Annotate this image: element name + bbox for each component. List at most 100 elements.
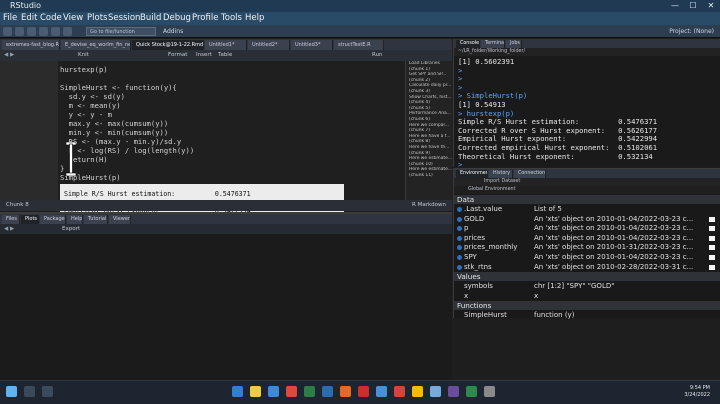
code-line[interactable]: } (60, 164, 400, 173)
cursor-position[interactable]: Chunk 8 (6, 200, 29, 211)
source-tab-active[interactable]: Quick Stock@19-1-22.Rmd (132, 40, 204, 50)
scope-select[interactable]: Global Environment (468, 186, 515, 194)
console-output[interactable]: [1] 0.5602391 > > > > SimpleHurst(p) [1] 0.54… (458, 57, 718, 170)
app-icon[interactable] (232, 386, 243, 397)
source-tab[interactable]: extremes-fast_blog.R (2, 40, 60, 50)
app-icon[interactable] (286, 386, 297, 397)
tab-history[interactable]: History (489, 170, 513, 178)
source-tab[interactable]: structTestE.R (334, 40, 384, 50)
expand-icon[interactable] (457, 207, 462, 212)
edge-icon[interactable] (268, 386, 279, 397)
folder-icon[interactable] (250, 386, 261, 397)
open-file-icon[interactable] (27, 27, 36, 36)
tab-packages[interactable]: Packages (40, 215, 66, 224)
app-icon[interactable] (484, 386, 495, 397)
code-line[interactable]: H <- log(RS) / log(length(y)) (60, 146, 400, 155)
tab-help[interactable]: Help (67, 215, 83, 224)
start-icon[interactable] (6, 386, 17, 397)
tab-tutorial[interactable]: Tutorial (84, 215, 108, 224)
view-data-icon[interactable] (709, 216, 715, 222)
rstudio-icon[interactable] (430, 386, 441, 397)
tab-files[interactable]: Files (2, 215, 20, 224)
view-data-icon[interactable] (709, 264, 715, 270)
print-icon[interactable] (63, 27, 72, 36)
env-row[interactable]: stk_rtns An 'xts' object on 2010-02-28/20… (454, 263, 720, 272)
env-section-functions[interactable]: Functions (454, 301, 720, 311)
tab-plots[interactable]: Plots (21, 215, 39, 224)
env-section-values[interactable]: Values (454, 272, 720, 282)
goto-file-input[interactable]: Go to file/function (86, 27, 156, 36)
expand-icon[interactable] (457, 264, 462, 270)
env-row[interactable]: GOLD An 'xts' object on 2010-01-04/2022-0… (454, 215, 720, 224)
code-line[interactable]: return(H) (60, 155, 400, 164)
menu-profile[interactable]: Profile (192, 12, 218, 25)
expand-icon[interactable] (457, 216, 462, 222)
chrome-icon[interactable] (412, 386, 423, 397)
source-tab[interactable]: Untitled2* (248, 40, 290, 50)
table-menu[interactable]: Table (218, 50, 232, 61)
env-row[interactable]: prices_monthly An 'xts' object on 2010-01… (454, 243, 720, 252)
tab-viewer[interactable]: Viewer (109, 215, 131, 224)
env-section-data[interactable]: Data (454, 195, 720, 204)
view-data-icon[interactable] (709, 235, 715, 241)
file-type[interactable]: R Markdown (412, 200, 446, 211)
app-icon[interactable] (394, 386, 405, 397)
knit-button[interactable]: Knit (78, 50, 89, 61)
tab-jobs[interactable]: Jobs (506, 40, 522, 48)
source-tab[interactable]: Untitled3* (291, 40, 333, 50)
tab-environment[interactable]: Environment (456, 170, 488, 178)
menu-debug[interactable]: Debug (163, 12, 191, 25)
env-row[interactable]: .Last.value List of 5 (454, 205, 720, 214)
menu-code[interactable]: Code (40, 12, 62, 25)
menu-file[interactable]: File (3, 12, 17, 25)
code-line[interactable]: max.y <- max(cumsum(y)) (60, 119, 400, 128)
nav-arrows-icon[interactable]: ◀ ▶ (4, 224, 14, 234)
source-tab[interactable]: Untitled1* (205, 40, 247, 50)
expand-icon[interactable] (457, 235, 462, 241)
new-project-icon[interactable] (15, 27, 24, 36)
menu-view[interactable]: View (63, 12, 83, 25)
code-line[interactable]: m <- mean(y) (60, 101, 400, 110)
env-row[interactable]: p An 'xts' object on 2010-01-04/2022-03-2… (454, 224, 720, 233)
minimize-button[interactable]: — (666, 0, 684, 12)
system-clock[interactable]: 9:54 PM 3/24/2022 (684, 385, 710, 399)
tab-connections[interactable]: Connections (514, 170, 546, 178)
menu-plots[interactable]: Plots (87, 12, 107, 25)
code-line[interactable]: RS <- (max.y - min.y)/sd.y (60, 137, 400, 146)
app-icon[interactable] (340, 386, 351, 397)
env-row[interactable]: SPY An 'xts' object on 2010-01-04/2022-03… (454, 253, 720, 262)
outline-item[interactable]: (chunk 11) (406, 173, 452, 179)
tab-terminal[interactable]: Terminal (481, 40, 505, 48)
insert-menu[interactable]: Insert (196, 50, 212, 61)
expand-icon[interactable] (457, 226, 462, 232)
save-all-icon[interactable] (51, 27, 60, 36)
code-line[interactable] (60, 74, 400, 83)
expand-icon[interactable] (457, 245, 462, 251)
close-button[interactable]: ✕ (702, 0, 720, 12)
menu-build[interactable]: Build (140, 12, 161, 25)
env-row[interactable]: prices An 'xts' object on 2010-01-04/2022… (454, 234, 720, 243)
addins-menu[interactable]: Addins (163, 26, 183, 37)
menu-tools[interactable]: Tools (221, 12, 242, 25)
app-icon[interactable] (322, 386, 333, 397)
code-line[interactable]: sd.y <- sd(y) (60, 92, 400, 101)
project-menu[interactable]: Project: (None) (669, 26, 714, 37)
task-view-icon[interactable] (42, 386, 53, 397)
view-data-icon[interactable] (709, 226, 715, 232)
outline-item[interactable]: Here we have th... (406, 145, 452, 151)
app-icon[interactable] (358, 386, 369, 397)
code-line[interactable]: y <- y - m (60, 110, 400, 119)
outline-item[interactable]: Get SPY and SP... (406, 72, 452, 78)
app-icon[interactable] (466, 386, 477, 397)
back-icon[interactable]: ◀ ▶ (4, 50, 14, 61)
expand-icon[interactable] (457, 255, 462, 260)
env-row[interactable]: SimpleHurst function (y) (454, 311, 720, 320)
app-icon[interactable] (448, 386, 459, 397)
view-data-icon[interactable] (709, 245, 715, 251)
import-dataset-button[interactable]: Import Dataset (484, 178, 520, 186)
code-line[interactable]: SimpleHurst(p) (60, 173, 400, 182)
env-row[interactable]: xx (454, 292, 720, 301)
app-icon[interactable] (304, 386, 315, 397)
env-row[interactable]: symbols chr [1:2] "SPY" "GOLD" (454, 282, 720, 291)
search-icon[interactable] (24, 386, 35, 397)
